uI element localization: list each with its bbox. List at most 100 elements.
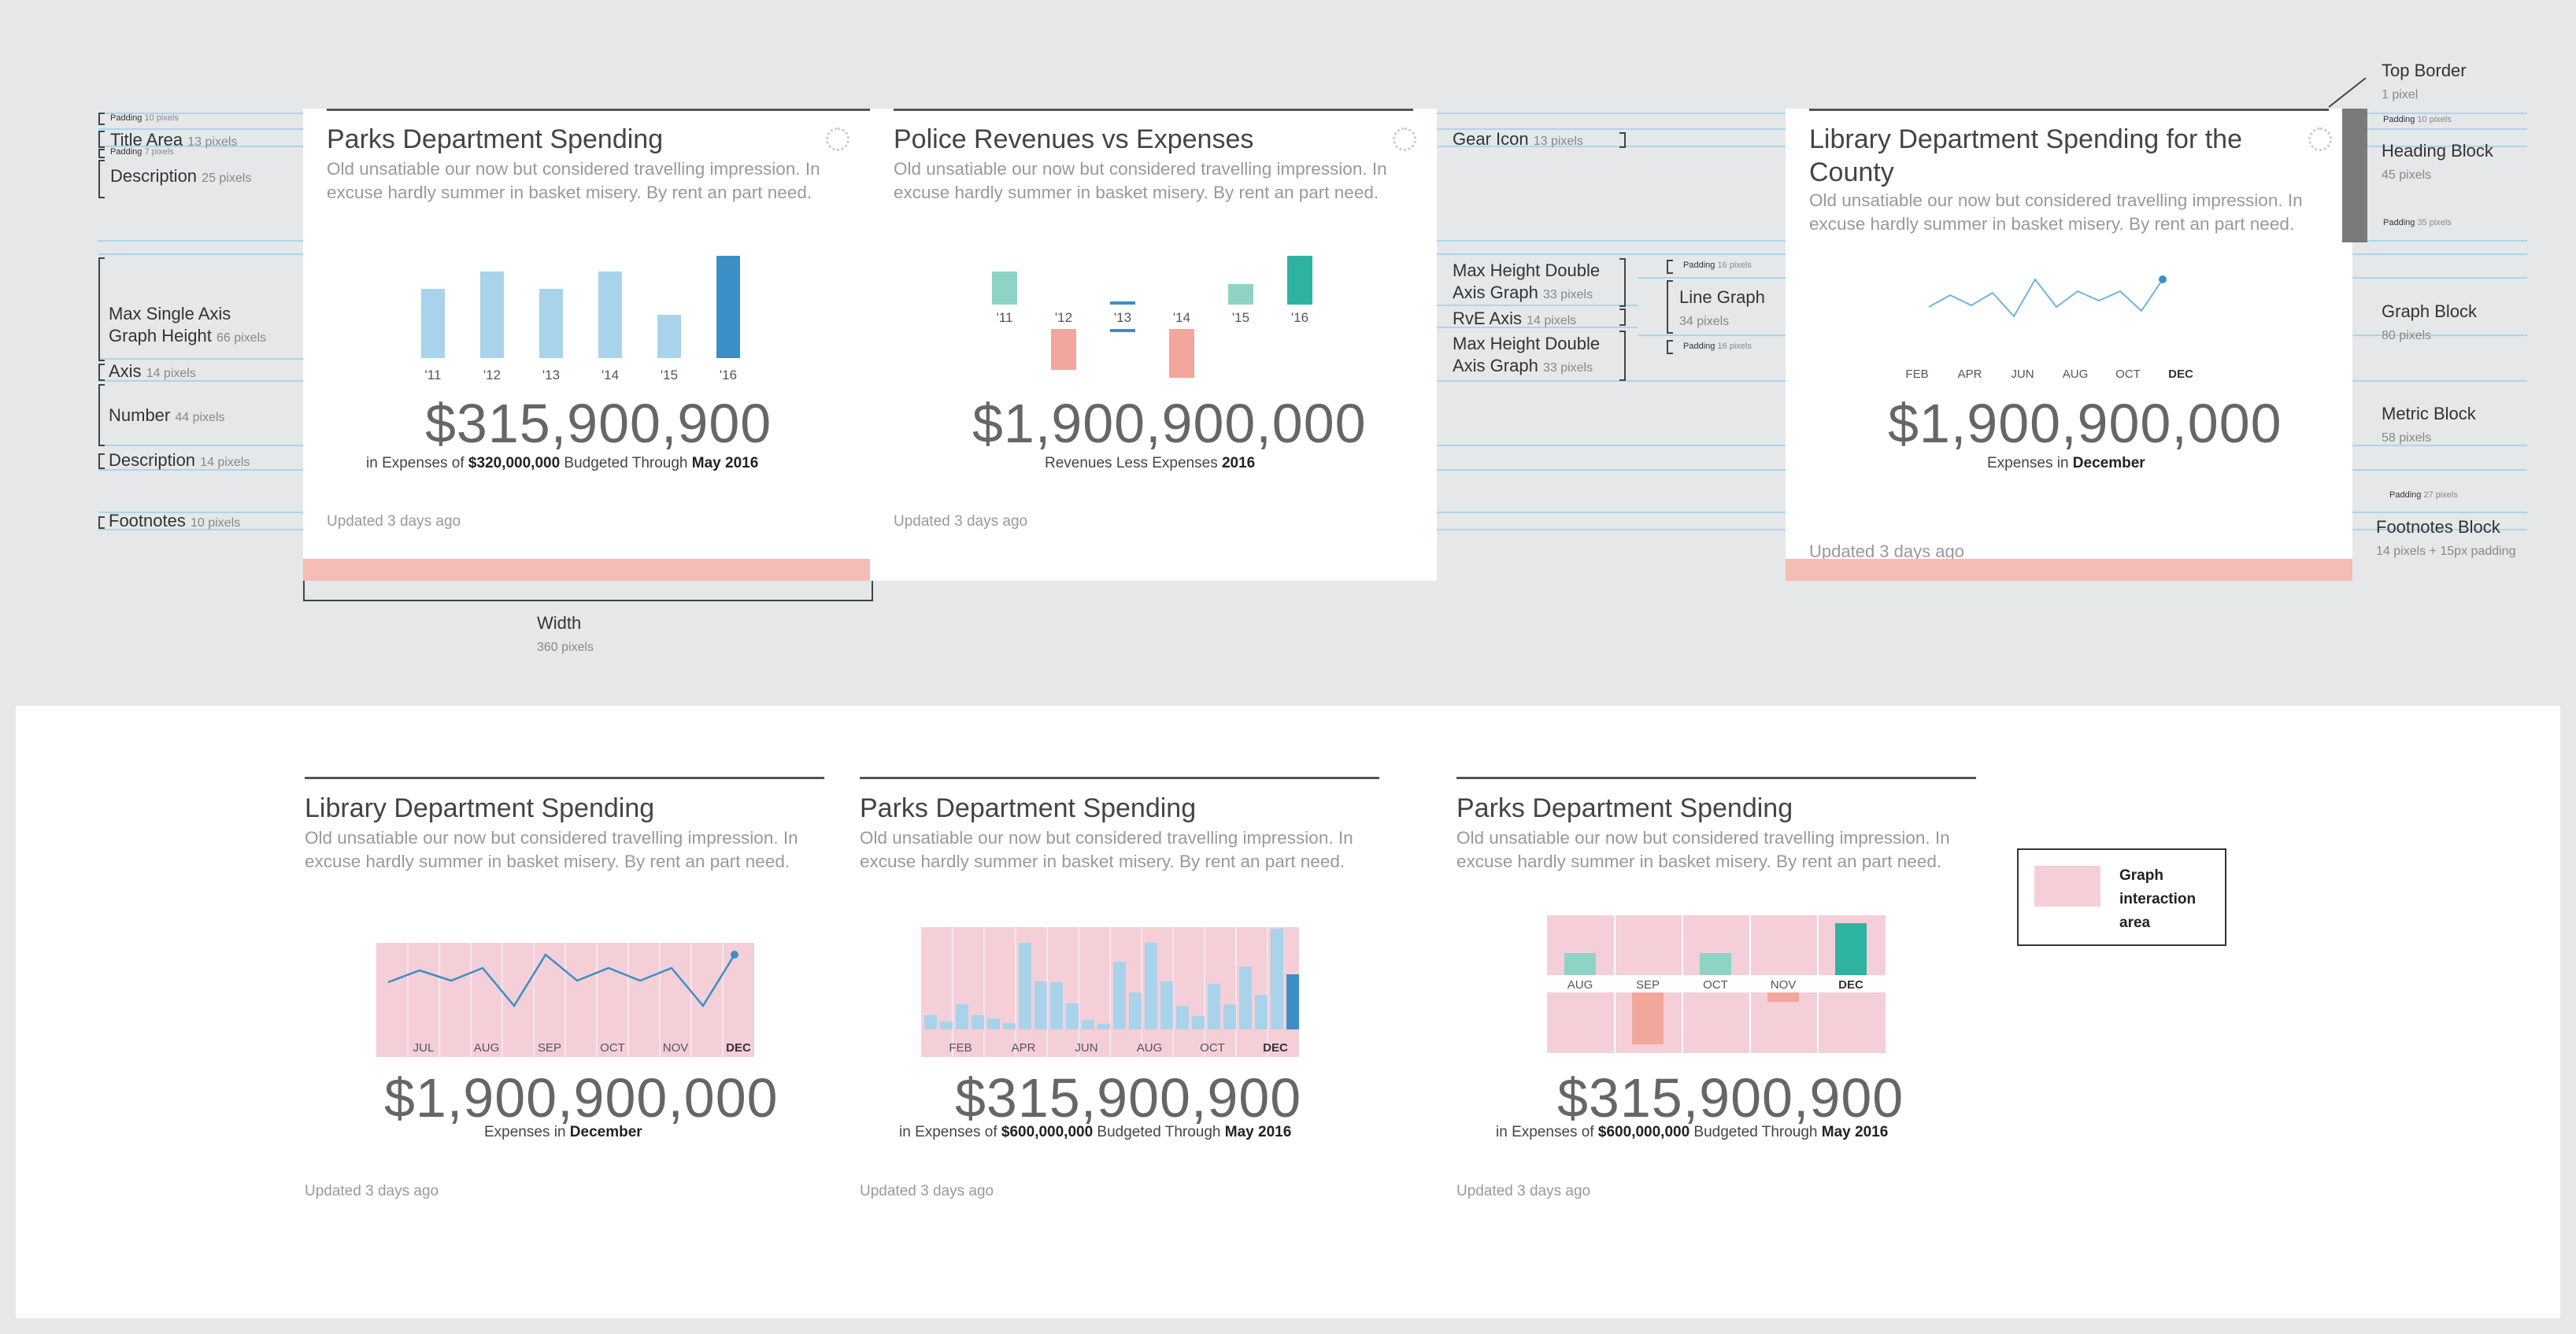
annotation-metric-block: Metric Block 58 pixels: [2382, 404, 2476, 445]
bar: [956, 1004, 968, 1029]
card-top-border: [894, 109, 1413, 111]
highlight-point: [2159, 275, 2167, 283]
annotation-padding: Padding 35 pixels: [2383, 218, 2452, 227]
gear-icon[interactable]: [2308, 127, 2332, 151]
bar: [1564, 953, 1596, 975]
bar: [1019, 943, 1031, 1029]
tick-label: AUG: [474, 1041, 500, 1055]
bar: [1287, 256, 1312, 305]
annotation-padding: Padding 7 pixels: [110, 147, 174, 157]
tick-label: SEP: [1636, 978, 1660, 992]
tick-label: FEB: [1905, 368, 1928, 381]
annotation-footnotes: Footnotes 10 pixels: [109, 511, 241, 530]
annotation-padding: Padding 27 pixels: [2389, 490, 2458, 500]
metric-description: in Expenses of $320,000,000 Budgeted Thr…: [366, 455, 759, 471]
bar: [1271, 929, 1283, 1029]
tick-label: '14: [601, 368, 619, 382]
metric-description: in Expenses of $600,000,000 Budgeted Thr…: [899, 1124, 1292, 1140]
bar: [1051, 329, 1076, 370]
card-title: Parks Department Spending: [860, 793, 1197, 823]
bar: [1129, 992, 1142, 1029]
bar: [1767, 992, 1799, 1002]
bar: [480, 272, 504, 358]
card-title: Library Department Spending: [305, 793, 655, 823]
card-title: Police Revenues vs Expenses: [894, 124, 1254, 154]
metric-number: $1,900,900,000: [1888, 393, 2282, 454]
tick-label: DEC: [2168, 368, 2193, 381]
bar: [539, 289, 563, 358]
annotation-top-border: Top Border 1 pixel: [2382, 61, 2467, 102]
tick-label: '12: [1055, 310, 1072, 325]
annotation-line-graph: Line Graph 34 pixels: [1679, 287, 1765, 328]
line-chart[interactable]: JUL AUG SEP OCT NOV DEC: [376, 943, 754, 1057]
card-title: Parks Department Spending: [327, 124, 664, 154]
bar: [421, 289, 445, 358]
bar: [1169, 329, 1194, 378]
tick-label: SEP: [538, 1041, 561, 1055]
bar-chart[interactable]: FEB APR JUN AUG OCT DEC: [921, 927, 1299, 1057]
metric-number: $315,900,900: [425, 393, 772, 454]
gear-icon[interactable]: [1393, 127, 1416, 151]
highlight-point: [731, 951, 738, 959]
bar: [1208, 984, 1220, 1029]
bar-chart[interactable]: '11 '12 '13 '14 '15 '16: [409, 252, 756, 386]
bar: [987, 1018, 1000, 1029]
tick-label: DEC: [726, 1041, 751, 1055]
annotation-max-double: Max Height Double Axis Graph 33 pixels: [1453, 334, 1601, 375]
tick-label: '14: [1173, 310, 1190, 325]
bar: [1050, 982, 1063, 1029]
tick-label: JUL: [413, 1041, 435, 1055]
tick-label: FEB: [949, 1041, 972, 1055]
tick-label: DEC: [1263, 1041, 1288, 1055]
bar: [1110, 301, 1135, 305]
tick-label: JUN: [2011, 368, 2034, 381]
annotation-max-double: Max Height Double Axis Graph 33 pixels: [1453, 261, 1601, 302]
bar: [716, 256, 740, 358]
bar: [924, 1015, 937, 1029]
bar: [1700, 953, 1731, 975]
bar: [1034, 981, 1047, 1029]
bar: [1255, 995, 1268, 1029]
bar: [1835, 923, 1867, 975]
tick-label: '11: [997, 310, 1013, 325]
bar: [1066, 1003, 1079, 1029]
metric-number: $315,900,900: [955, 1067, 1302, 1129]
card-description: Old unsatiable our now but considered tr…: [1456, 828, 1950, 871]
gear-icon[interactable]: [826, 127, 849, 151]
annotation-graph-block: Graph Block 80 pixels: [2382, 301, 2478, 342]
card-title: Parks Department Spending: [1456, 793, 1793, 823]
line-chart[interactable]: FEB APR JUN AUG OCT DEC: [1905, 268, 2228, 386]
legend-label: Graph interaction area: [2119, 867, 2197, 931]
heading-block-marker: [2342, 109, 2367, 242]
legend: Graph interaction area: [2017, 848, 2226, 946]
card-description: Old unsatiable our now but considered tr…: [327, 159, 820, 202]
card-title: Library Department Spending for the Coun…: [1809, 124, 2242, 187]
card-top-border: [860, 777, 1379, 779]
bar: [1228, 284, 1253, 305]
tick-label: '13: [542, 368, 560, 382]
tick-label: DEC: [1838, 978, 1864, 992]
bar: [1160, 981, 1173, 1029]
bar: [972, 1015, 984, 1029]
annotation-heading-block: Heading Block 45 pixels: [2382, 141, 2493, 182]
tick-label: AUG: [2063, 368, 2089, 381]
tick-label: '13: [1114, 310, 1131, 325]
tick-label: '15: [661, 368, 678, 382]
tick-label: '11: [425, 368, 442, 382]
bar: [1110, 329, 1135, 332]
footnote: Updated 3 days ago: [860, 1183, 994, 1199]
double-axis-bar-chart[interactable]: '11 '12 '13 '14 '15 '16: [976, 252, 1323, 386]
interaction-strip: [1786, 559, 2352, 581]
footnote: Updated 3 days ago: [1456, 1183, 1591, 1199]
card-description: Old unsatiable our now but considered tr…: [860, 828, 1353, 871]
metric-description: Revenues Less Expenses 2016: [1045, 455, 1256, 471]
bar: [657, 315, 681, 358]
annotation-axis: Axis 14 pixels: [109, 361, 196, 381]
tick-label: OCT: [2115, 368, 2141, 381]
card-description: Old unsatiable our now but considered tr…: [1809, 190, 2303, 234]
annotation-description: Description 14 pixels: [109, 450, 250, 470]
line-series: [387, 953, 736, 1008]
bar: [1223, 1004, 1236, 1029]
tick-label: NOV: [663, 1041, 689, 1055]
double-axis-bar-chart[interactable]: AUG SEP OCT NOV DEC: [1547, 915, 1886, 1053]
